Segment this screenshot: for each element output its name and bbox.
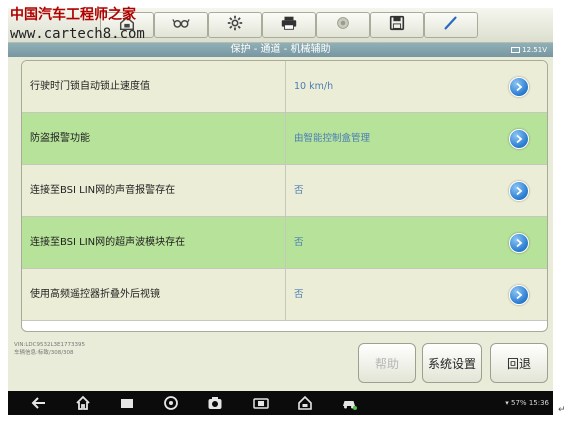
save-toolbar-button[interactable] — [370, 12, 424, 38]
home-icon[interactable] — [74, 394, 92, 412]
footer: VIN:LDC9532L3E1773395 车辆信息:标致/308/308 帮助… — [8, 335, 553, 389]
recent-apps-icon[interactable] — [118, 394, 136, 412]
glasses-icon — [172, 14, 190, 36]
chevron-right-icon[interactable] — [509, 129, 529, 149]
parameter-list: 行驶时门锁自动锁止速度值 10 km/h 防盗报警功能 由智能控制盒管理 连接至… — [21, 60, 548, 332]
header-bar: 保护 - 通道 - 机械辅助 12.51V — [8, 43, 553, 57]
breadcrumb: 保护 - 通道 - 机械辅助 — [230, 44, 331, 55]
screenshot-camera-icon[interactable] — [206, 394, 224, 412]
edit-toolbar-button[interactable] — [424, 12, 478, 38]
back-arrow-icon[interactable] — [30, 394, 48, 412]
settings-toolbar-button[interactable] — [208, 12, 262, 38]
list-item[interactable]: 使用高频遥控器折叠外后视镜 否 — [22, 269, 547, 321]
car-diagnostic-icon[interactable] — [340, 394, 358, 412]
voltage-value: 12.51V — [522, 46, 547, 54]
home-car-nav-icon[interactable] — [296, 394, 314, 412]
chevron-right-icon[interactable] — [509, 77, 529, 97]
printer-icon — [280, 14, 298, 36]
battery-voltage: 12.51V — [511, 43, 547, 57]
save-icon — [388, 14, 406, 36]
help-button[interactable]: 帮助 — [358, 343, 416, 383]
chevron-right-icon[interactable] — [509, 233, 529, 253]
pen-icon — [442, 14, 460, 36]
print-toolbar-button[interactable] — [262, 12, 316, 38]
parameter-label: 连接至BSI LIN网的超声波模块存在 — [30, 217, 286, 269]
list-item[interactable]: 行驶时门锁自动锁止速度值 10 km/h — [22, 61, 547, 113]
parameter-value: 10 km/h — [294, 81, 334, 92]
parameter-label: 连接至BSI LIN网的声音报警存在 — [30, 165, 286, 217]
parameter-label: 防盗报警功能 — [30, 113, 286, 165]
browser-icon[interactable] — [162, 394, 180, 412]
system-nav-bar: ▾ 57% 15:36 — [8, 391, 553, 415]
glasses-toolbar-button[interactable] — [154, 12, 208, 38]
parameter-value: 否 — [294, 185, 304, 196]
clock: 15:36 — [528, 399, 549, 407]
list-item[interactable]: 防盗报警功能 由智能控制盒管理 — [22, 113, 547, 165]
parameter-value: 否 — [294, 289, 304, 300]
status-area: ▾ 57% 15:36 — [505, 391, 549, 415]
chevron-right-icon[interactable] — [509, 181, 529, 201]
parameter-value: 否 — [294, 237, 304, 248]
camera-toolbar-button[interactable] — [316, 12, 370, 38]
top-toolbar — [8, 8, 553, 43]
chevron-right-icon[interactable] — [509, 285, 529, 305]
back-button[interactable]: 回退 — [490, 343, 548, 383]
battery-icon — [511, 47, 521, 53]
battery-percent: 57% — [511, 399, 527, 407]
gear-icon — [226, 14, 244, 36]
paragraph-return-mark: ↵ — [558, 405, 566, 415]
list-item[interactable]: 连接至BSI LIN网的声音报警存在 否 — [22, 165, 547, 217]
parameter-label: 行驶时门锁自动锁止速度值 — [30, 61, 286, 113]
list-item[interactable]: 连接至BSI LIN网的超声波模块存在 否 — [22, 217, 547, 269]
vci-connect-icon[interactable] — [252, 394, 270, 412]
system-settings-button[interactable]: 系统设置 — [422, 343, 482, 383]
parameter-label: 使用高频遥控器折叠外后视镜 — [30, 269, 286, 321]
vehicle-info: VIN:LDC9532L3E1773395 车辆信息:标致/308/308 — [14, 341, 85, 357]
home-toolbar-button[interactable] — [100, 12, 154, 38]
vehicle-info-text: 车辆信息:标致/308/308 — [14, 350, 74, 356]
camera-icon — [334, 14, 352, 36]
wifi-icon: ▾ — [505, 399, 509, 407]
home-car-icon — [118, 14, 136, 36]
app-screen: 保护 - 通道 - 机械辅助 12.51V 行驶时门锁自动锁止速度值 10 km… — [8, 8, 553, 415]
parameter-value: 由智能控制盒管理 — [294, 133, 371, 144]
vin-text: VIN:LDC9532L3E1773395 — [14, 342, 86, 348]
